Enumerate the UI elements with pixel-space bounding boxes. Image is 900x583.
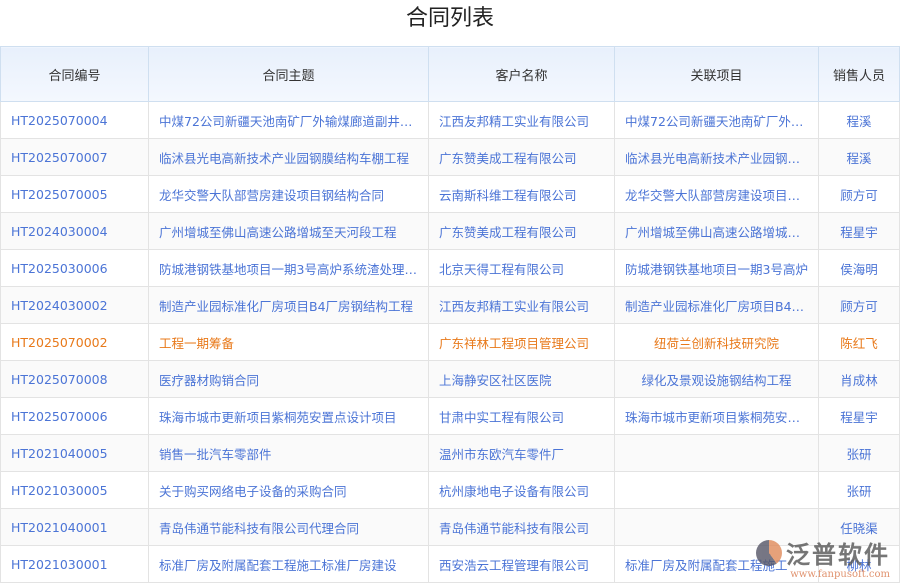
column-header-related-project[interactable]: 关联项目	[615, 47, 819, 102]
cell-contract-subject[interactable]: 龙华交警大队部营房建设项目钢结构合同	[149, 176, 429, 213]
cell-customer-name: 广东赞美成工程有限公司	[429, 213, 615, 250]
cell-contract-id[interactable]: HT2024030002	[1, 287, 149, 324]
cell-contract-id[interactable]: HT2021030005	[1, 472, 149, 509]
column-header-salesperson[interactable]: 销售人员	[819, 47, 900, 102]
table-row[interactable]: HT2021030005关于购买网络电子设备的采购合同杭州康地电子设备有限公司 张…	[1, 472, 900, 509]
table-row[interactable]: HT2025030006防城港钢铁基地项目一期3号高炉系统渣处理工程北京天得工程…	[1, 250, 900, 287]
cell-contract-id[interactable]: HT2025070006	[1, 398, 149, 435]
page-title: 合同列表	[0, 0, 900, 46]
cell-contract-id[interactable]: HT2021040001	[1, 509, 149, 546]
cell-contract-id[interactable]: HT2025070008	[1, 361, 149, 398]
column-header-contract-id[interactable]: 合同编号	[1, 47, 149, 102]
cell-related-project: 龙华交警大队部营房建设项目钢结构	[615, 176, 819, 213]
cell-salesperson: 程星宇	[819, 398, 900, 435]
cell-related-project: 纽荷兰创新科技研究院	[615, 324, 819, 361]
cell-salesperson: 张研	[819, 435, 900, 472]
contract-table: 合同编号合同主题客户名称关联项目销售人员 HT2025070004中煤72公司新…	[0, 46, 900, 583]
table-row[interactable]: HT2024030002制造产业园标准化厂房项目B4厂房钢结构工程江西友邦精工实…	[1, 287, 900, 324]
cell-related-project: 绿化及景观设施钢结构工程	[615, 361, 819, 398]
cell-related-project: 防城港钢铁基地项目一期3号高炉	[615, 250, 819, 287]
cell-contract-subject[interactable]: 青岛伟通节能科技有限公司代理合同	[149, 509, 429, 546]
cell-customer-name: 北京天得工程有限公司	[429, 250, 615, 287]
table-row[interactable]: HT2025070006珠海市城市更新项目紫桐苑安置点设计项目甘肃中实工程有限公…	[1, 398, 900, 435]
cell-contract-subject[interactable]: 销售一批汽车零部件	[149, 435, 429, 472]
table-row[interactable]: HT2025070002工程一期筹备广东祥林工程项目管理公司纽荷兰创新科技研究院…	[1, 324, 900, 361]
cell-salesperson: 肖成林	[819, 361, 900, 398]
cell-customer-name: 上海静安区社区医院	[429, 361, 615, 398]
table-row[interactable]: HT2021040005销售一批汽车零部件温州市东欧汽车零件厂 张研	[1, 435, 900, 472]
column-header-contract-subject[interactable]: 合同主题	[149, 47, 429, 102]
cell-contract-subject[interactable]: 制造产业园标准化厂房项目B4厂房钢结构工程	[149, 287, 429, 324]
cell-contract-id[interactable]: HT2025070007	[1, 139, 149, 176]
cell-related-project	[615, 472, 819, 509]
table-header: 合同编号合同主题客户名称关联项目销售人员	[1, 47, 900, 102]
cell-related-project	[615, 435, 819, 472]
watermark-name: 泛普软件	[786, 535, 890, 570]
table-row[interactable]: HT2025070004中煤72公司新疆天池南矿厂外输煤廊道副井及附属工程江西友…	[1, 102, 900, 139]
cell-contract-subject[interactable]: 关于购买网络电子设备的采购合同	[149, 472, 429, 509]
cell-customer-name: 杭州康地电子设备有限公司	[429, 472, 615, 509]
cell-contract-id[interactable]: HT2025070005	[1, 176, 149, 213]
cell-related-project: 临沭县光电高新技术产业园钢膜结构车棚	[615, 139, 819, 176]
cell-customer-name: 青岛伟通节能科技有限公司	[429, 509, 615, 546]
cell-contract-id[interactable]: HT2021040005	[1, 435, 149, 472]
cell-salesperson: 张研	[819, 472, 900, 509]
cell-salesperson: 顾方可	[819, 287, 900, 324]
table-row[interactable]: HT2025070005龙华交警大队部营房建设项目钢结构合同云南斯科维工程有限公…	[1, 176, 900, 213]
cell-contract-id[interactable]: HT2024030004	[1, 213, 149, 250]
cell-contract-id[interactable]: HT2021030001	[1, 546, 149, 583]
cell-customer-name: 江西友邦精工实业有限公司	[429, 287, 615, 324]
table-row[interactable]: HT2025070008医疗器材购销合同上海静安区社区医院绿化及景观设施钢结构工…	[1, 361, 900, 398]
cell-contract-subject[interactable]: 中煤72公司新疆天池南矿厂外输煤廊道副井及附属工程	[149, 102, 429, 139]
cell-contract-subject[interactable]: 防城港钢铁基地项目一期3号高炉系统渣处理工程	[149, 250, 429, 287]
cell-customer-name: 温州市东欧汽车零件厂	[429, 435, 615, 472]
cell-contract-subject[interactable]: 标准厂房及附属配套工程施工标准厂房建设	[149, 546, 429, 583]
cell-contract-id[interactable]: HT2025030006	[1, 250, 149, 287]
column-header-customer-name[interactable]: 客户名称	[429, 47, 615, 102]
cell-salesperson: 程溪	[819, 139, 900, 176]
cell-related-project: 珠海市城市更新项目紫桐苑安置点	[615, 398, 819, 435]
cell-contract-subject[interactable]: 珠海市城市更新项目紫桐苑安置点设计项目	[149, 398, 429, 435]
cell-salesperson: 陈红飞	[819, 324, 900, 361]
cell-customer-name: 广东赞美成工程有限公司	[429, 139, 615, 176]
cell-contract-subject[interactable]: 工程一期筹备	[149, 324, 429, 361]
fanpu-logo-icon	[756, 540, 782, 566]
cell-contract-subject[interactable]: 医疗器材购销合同	[149, 361, 429, 398]
cell-customer-name: 西安浩云工程管理有限公司	[429, 546, 615, 583]
cell-related-project: 制造产业园标准化厂房项目B4厂房	[615, 287, 819, 324]
cell-salesperson: 顾方可	[819, 176, 900, 213]
table-row[interactable]: HT2025070007临沭县光电高新技术产业园钢膜结构车棚工程广东赞美成工程有…	[1, 139, 900, 176]
cell-contract-subject[interactable]: 临沭县光电高新技术产业园钢膜结构车棚工程	[149, 139, 429, 176]
table-row[interactable]: HT2024030004广州增城至佛山高速公路增城至天河段工程广东赞美成工程有限…	[1, 213, 900, 250]
cell-related-project: 广州增城至佛山高速公路增城至天河段	[615, 213, 819, 250]
cell-salesperson: 程溪	[819, 102, 900, 139]
cell-contract-id[interactable]: HT2025070002	[1, 324, 149, 361]
cell-contract-subject[interactable]: 广州增城至佛山高速公路增城至天河段工程	[149, 213, 429, 250]
cell-customer-name: 广东祥林工程项目管理公司	[429, 324, 615, 361]
cell-related-project: 中煤72公司新疆天池南矿厂外输煤廊道	[615, 102, 819, 139]
cell-customer-name: 云南斯科维工程有限公司	[429, 176, 615, 213]
cell-salesperson: 侯海明	[819, 250, 900, 287]
cell-contract-id[interactable]: HT2025070004	[1, 102, 149, 139]
cell-customer-name: 江西友邦精工实业有限公司	[429, 102, 615, 139]
watermark-logo: 泛普软件 www.fanpusoft.com	[756, 535, 890, 570]
watermark-url: www.fanpusoft.com	[790, 569, 890, 580]
cell-customer-name: 甘肃中实工程有限公司	[429, 398, 615, 435]
cell-salesperson: 程星宇	[819, 213, 900, 250]
